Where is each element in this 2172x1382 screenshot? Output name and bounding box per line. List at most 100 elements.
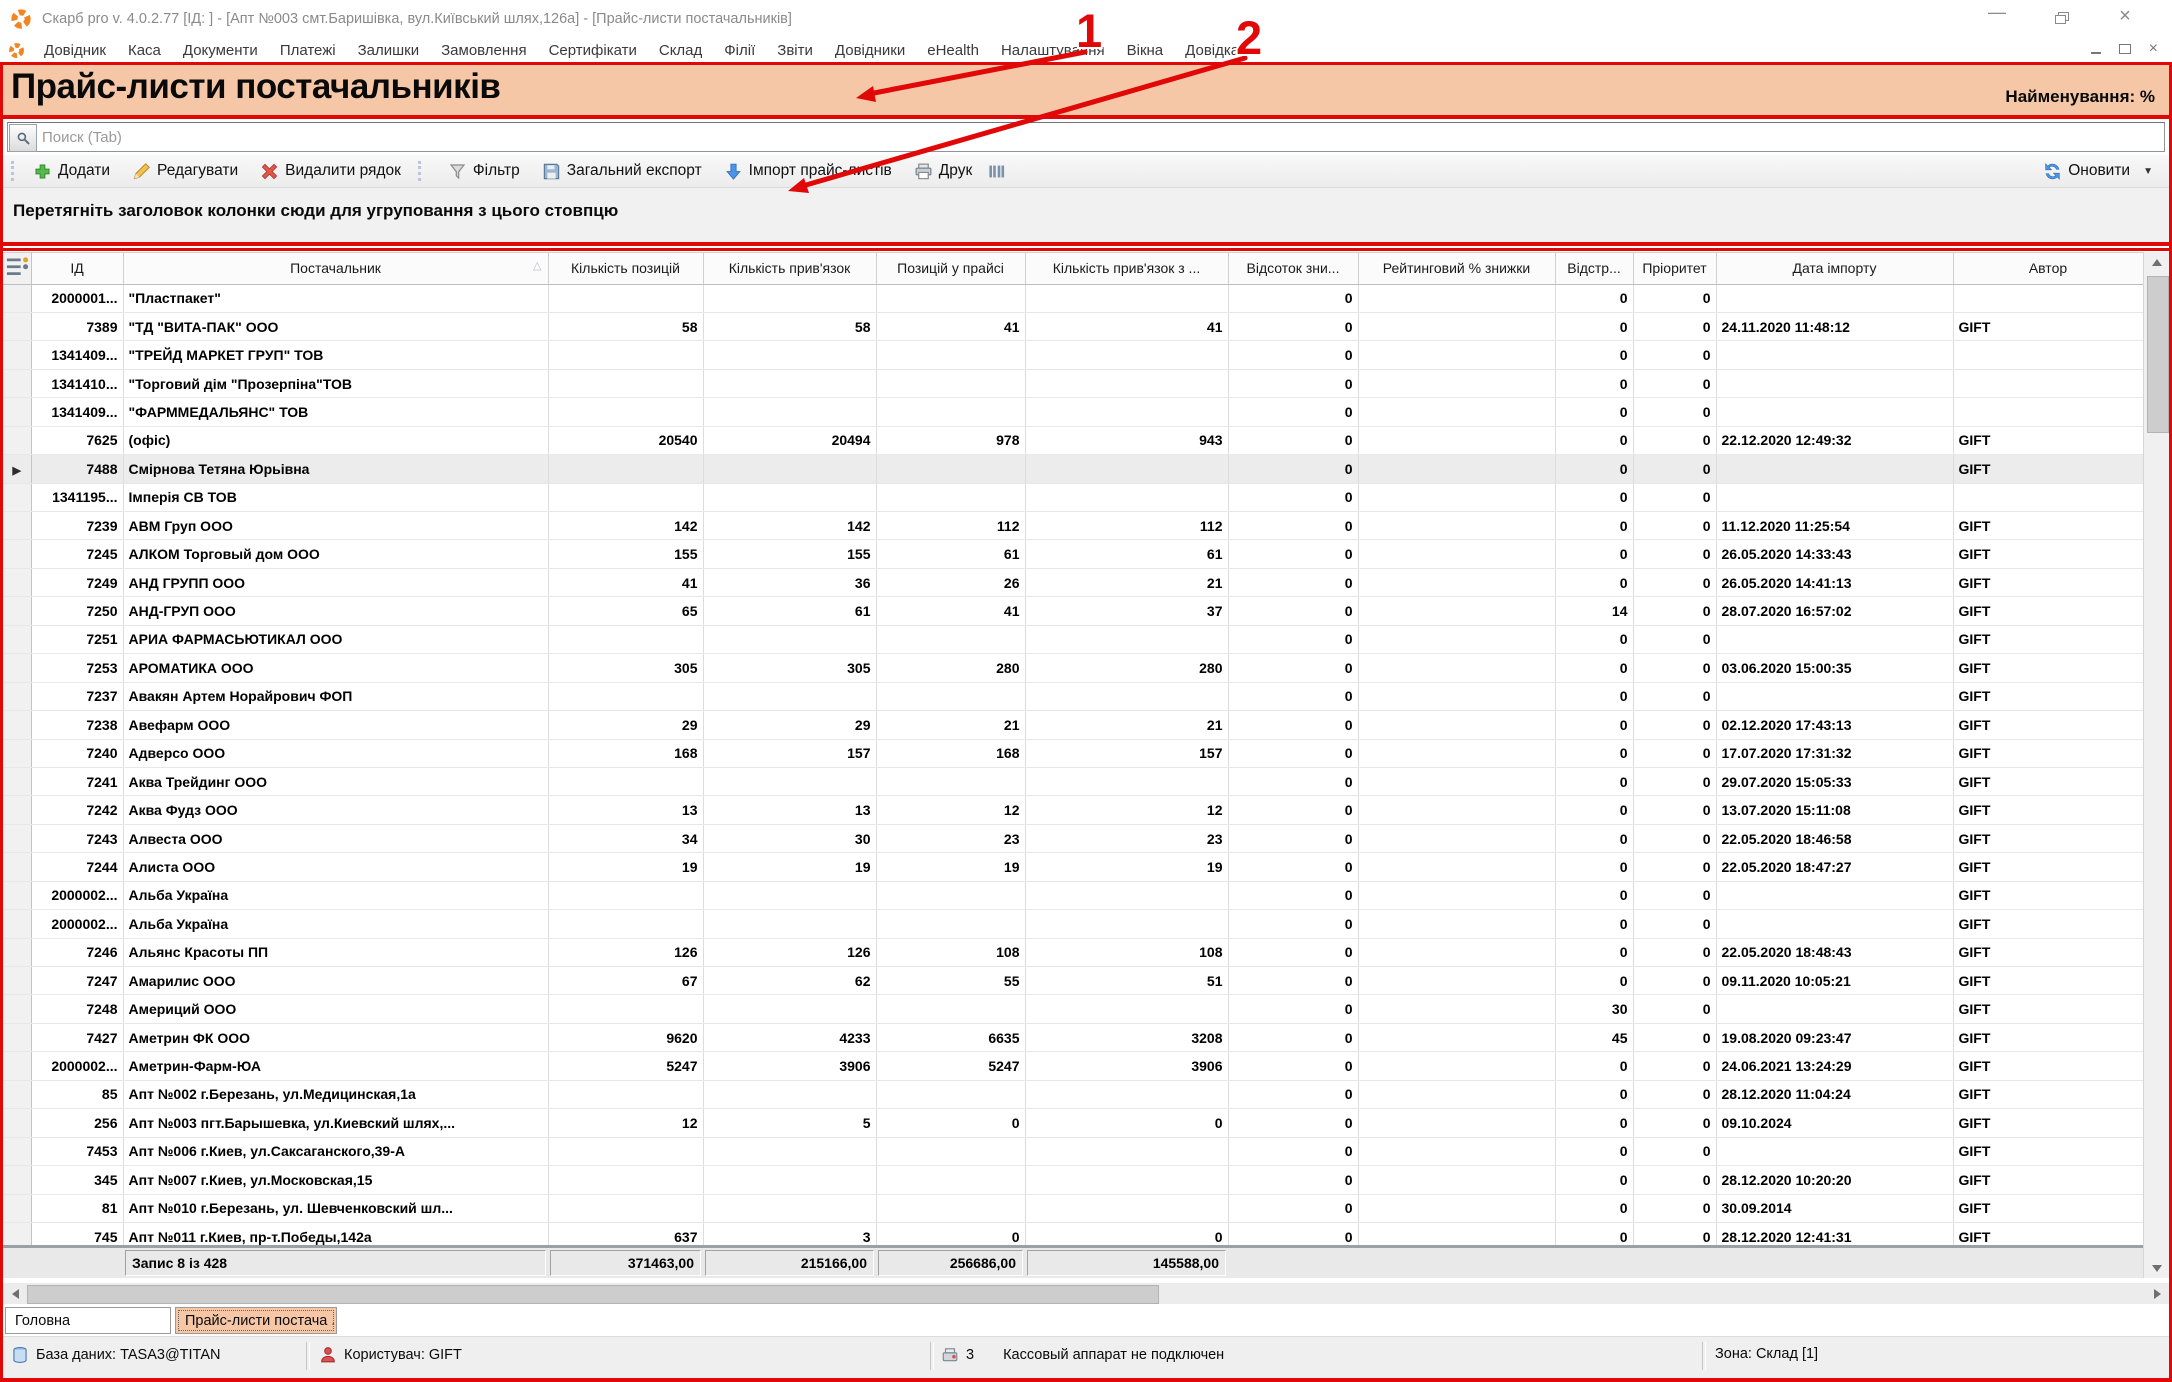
table-cell[interactable]: 7253 — [31, 654, 123, 682]
table-cell[interactable]: GIFT — [1953, 1080, 2143, 1108]
column-header-5[interactable]: Позицій у прайсі — [876, 253, 1025, 285]
table-cell[interactable] — [1716, 398, 1953, 426]
column-header-7[interactable]: Відсоток зни... — [1228, 253, 1358, 285]
table-cell[interactable]: 0 — [1633, 881, 1716, 909]
table-cell[interactable]: 142 — [548, 512, 703, 540]
table-cell[interactable]: 0 — [1633, 341, 1716, 369]
menu-item-сертифікати[interactable]: Сертифікати — [538, 42, 648, 59]
table-cell[interactable]: GIFT — [1953, 824, 2143, 852]
table-cell[interactable] — [876, 910, 1025, 938]
table-cell[interactable]: 28.12.2020 11:04:24 — [1716, 1080, 1953, 1108]
table-cell[interactable]: 61 — [1025, 540, 1228, 568]
table-cell[interactable]: GIFT — [1953, 455, 2143, 483]
table-cell[interactable]: GIFT — [1953, 540, 2143, 568]
table-cell[interactable] — [1358, 995, 1555, 1023]
table-cell[interactable] — [548, 682, 703, 710]
table-cell[interactable]: 0 — [1555, 796, 1633, 824]
table-cell[interactable]: 58 — [548, 312, 703, 340]
table-cell[interactable]: 157 — [703, 739, 876, 767]
table-cell[interactable]: 0 — [1633, 967, 1716, 995]
table-cell[interactable] — [548, 881, 703, 909]
row-selector[interactable] — [3, 881, 31, 909]
table-cell[interactable]: 4233 — [703, 1023, 876, 1051]
table-cell[interactable] — [876, 483, 1025, 511]
table-cell[interactable] — [1358, 540, 1555, 568]
table-cell[interactable] — [1025, 455, 1228, 483]
table-cell[interactable]: Апт №002 г.Березань, ул.Медицинская,1а — [123, 1080, 548, 1108]
table-cell[interactable] — [548, 398, 703, 426]
column-header-11[interactable]: Дата імпорту — [1716, 253, 1953, 285]
table-cell[interactable] — [548, 455, 703, 483]
table-row[interactable]: 2000001..."Пластпакет"000 — [3, 284, 2143, 312]
horizontal-scrollbar[interactable] — [3, 1283, 2169, 1304]
table-cell[interactable]: АНД-ГРУП ООО — [123, 597, 548, 625]
table-cell[interactable] — [1025, 625, 1228, 653]
table-cell[interactable] — [876, 682, 1025, 710]
table-cell[interactable] — [1025, 1194, 1228, 1222]
table-cell[interactable]: 30 — [703, 824, 876, 852]
table-cell[interactable] — [1358, 796, 1555, 824]
table-cell[interactable]: 0 — [1555, 426, 1633, 454]
menu-item-філії[interactable]: Філії — [713, 42, 766, 59]
table-cell[interactable] — [1358, 597, 1555, 625]
table-cell[interactable]: GIFT — [1953, 1052, 2143, 1080]
table-cell[interactable]: 280 — [1025, 654, 1228, 682]
table-cell[interactable]: 0 — [1555, 1052, 1633, 1080]
table-cell[interactable]: 0 — [1555, 625, 1633, 653]
table-row[interactable]: 2000002...Аметрин-Фарм-ЮА524739065247390… — [3, 1052, 2143, 1080]
table-cell[interactable] — [548, 625, 703, 653]
table-cell[interactable]: 45 — [1555, 1023, 1633, 1051]
table-cell[interactable]: Апт №006 г.Киев, ул.Саксаганского,39-А — [123, 1137, 548, 1165]
table-cell[interactable]: 108 — [1025, 938, 1228, 966]
table-cell[interactable]: 0 — [1633, 767, 1716, 795]
table-cell[interactable]: 22.05.2020 18:47:27 — [1716, 853, 1953, 881]
table-cell[interactable]: 23 — [1025, 824, 1228, 852]
table-cell[interactable] — [1716, 369, 1953, 397]
menu-item-вікна[interactable]: Вікна — [1116, 42, 1175, 59]
row-selector[interactable] — [3, 568, 31, 596]
row-selector[interactable] — [3, 853, 31, 881]
table-cell[interactable]: 0 — [1633, 426, 1716, 454]
table-row[interactable]: 7240Адверсо ООО16815716815700017.07.2020… — [3, 739, 2143, 767]
table-cell[interactable] — [1358, 1194, 1555, 1222]
table-cell[interactable]: 28.07.2020 16:57:02 — [1716, 597, 1953, 625]
table-cell[interactable]: 7488 — [31, 455, 123, 483]
table-cell[interactable]: 943 — [1025, 426, 1228, 454]
table-cell[interactable]: 37 — [1025, 597, 1228, 625]
table-cell[interactable]: 12 — [876, 796, 1025, 824]
table-cell[interactable] — [703, 284, 876, 312]
table-cell[interactable]: 7389 — [31, 312, 123, 340]
table-cell[interactable]: 0 — [1228, 881, 1358, 909]
table-cell[interactable] — [1716, 1137, 1953, 1165]
table-cell[interactable]: 20494 — [703, 426, 876, 454]
menu-item-ehealth[interactable]: eHealth — [916, 42, 990, 59]
table-cell[interactable] — [1358, 938, 1555, 966]
table-cell[interactable]: 0 — [1228, 682, 1358, 710]
table-cell[interactable]: 19.08.2020 09:23:47 — [1716, 1023, 1953, 1051]
tab-home[interactable]: Головна — [5, 1307, 171, 1334]
table-cell[interactable]: АВМ Груп ООО — [123, 512, 548, 540]
row-selector[interactable] — [3, 369, 31, 397]
table-cell[interactable]: 0 — [1633, 597, 1716, 625]
tab-price-lists[interactable]: Прайс-листи постача ... — [175, 1307, 337, 1334]
table-cell[interactable] — [1716, 455, 1953, 483]
column-header-10[interactable]: Пріоритет — [1633, 253, 1716, 285]
table-cell[interactable]: 0 — [1555, 739, 1633, 767]
table-cell[interactable]: GIFT — [1953, 967, 2143, 995]
table-cell[interactable] — [1358, 682, 1555, 710]
table-cell[interactable] — [1025, 284, 1228, 312]
table-cell[interactable]: 256 — [31, 1109, 123, 1137]
toolbar-button-3[interactable]: Видалити рядок — [253, 159, 408, 184]
table-row[interactable]: 81Апт №010 г.Березань, ул. Шевченковский… — [3, 1194, 2143, 1222]
table-cell[interactable] — [1358, 767, 1555, 795]
table-cell[interactable]: 19 — [876, 853, 1025, 881]
table-cell[interactable]: GIFT — [1953, 682, 2143, 710]
table-cell[interactable]: 0 — [1633, 568, 1716, 596]
table-row[interactable]: 7246Альянс Красоты ПП12612610810800022.0… — [3, 938, 2143, 966]
table-cell[interactable]: 34 — [548, 824, 703, 852]
table-cell[interactable] — [1358, 625, 1555, 653]
table-cell[interactable]: 0 — [1555, 1137, 1633, 1165]
table-cell[interactable] — [876, 341, 1025, 369]
table-cell[interactable] — [1025, 483, 1228, 511]
table-cell[interactable]: 17.07.2020 17:31:32 — [1716, 739, 1953, 767]
